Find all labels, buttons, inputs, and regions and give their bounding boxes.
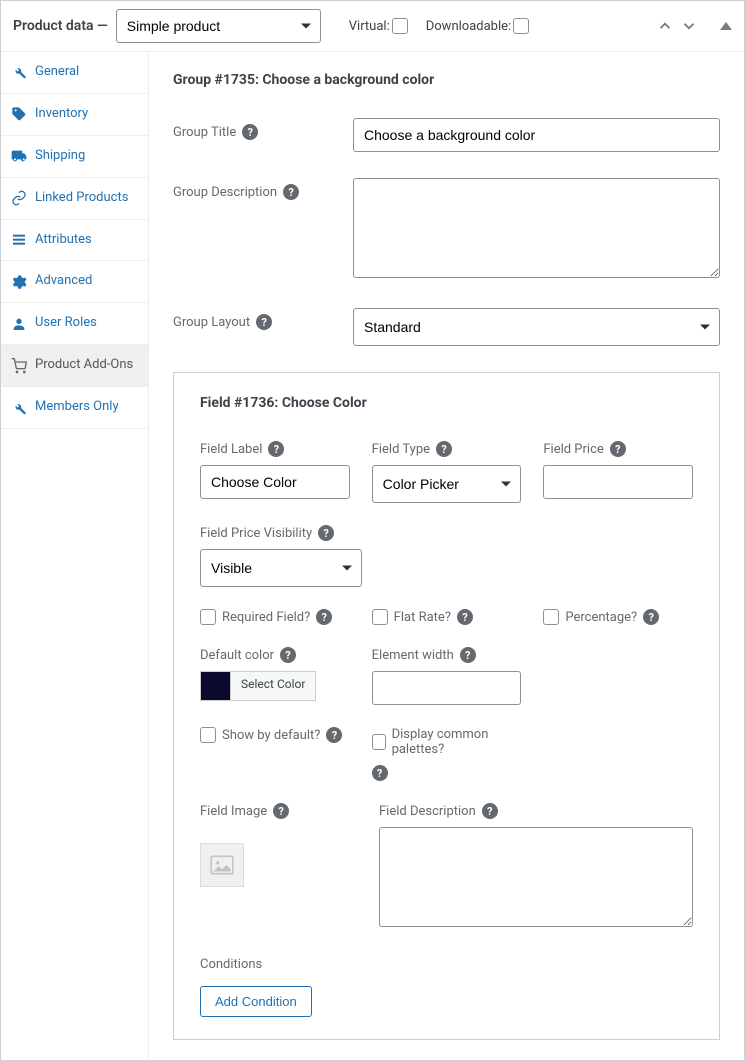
downloadable-checkbox[interactable] [513,18,529,34]
virtual-label: Virtual: [349,18,408,34]
virtual-checkbox[interactable] [392,18,408,34]
show-default-checkbox[interactable] [200,727,216,743]
element-width-label: Element width ? [372,647,522,663]
group-title-label: Group Title ? [173,118,353,140]
help-icon[interactable]: ? [326,727,342,743]
percentage-label: Percentage? [565,610,637,625]
truck-icon [11,148,27,164]
help-icon[interactable]: ? [457,609,473,625]
help-icon[interactable]: ? [268,441,284,457]
sidebar-item-advanced[interactable]: Advanced [1,261,148,303]
field-label-label: Field Label ? [200,441,350,457]
list-icon [11,232,27,248]
wrench-icon [11,400,27,416]
sidebar-item-members[interactable]: Members Only [1,387,148,429]
add-condition-button[interactable]: Add Condition [200,986,312,1017]
field-box: Field #1736: Choose Color Field Label ? … [173,372,720,1040]
link-icon [11,190,27,206]
sidebar: General Inventory Shipping Linked Produc… [1,52,149,1060]
default-color-label: Default color ? [200,647,350,663]
panel-title: Product data — [13,18,108,34]
product-type-select[interactable]: Simple product [116,9,321,43]
sidebar-item-attributes[interactable]: Attributes [1,220,148,262]
sidebar-item-shipping[interactable]: Shipping [1,136,148,178]
move-up-icon[interactable] [656,17,674,35]
help-icon[interactable]: ? [643,609,659,625]
gear-icon [11,274,27,290]
percentage-checkbox[interactable] [543,609,559,625]
help-icon[interactable]: ? [273,803,289,819]
flat-rate-checkbox[interactable] [372,609,388,625]
sidebar-item-linked[interactable]: Linked Products [1,178,148,220]
field-desc-input[interactable] [379,827,693,927]
help-icon[interactable]: ? [372,765,388,781]
downloadable-label: Downloadable: [426,18,529,34]
sidebar-item-addons[interactable]: Product Add-Ons [1,345,148,387]
sidebar-item-inventory[interactable]: Inventory [1,94,148,136]
field-image-label: Field Image ? [200,803,357,819]
wrench-icon [11,64,27,80]
field-type-select[interactable]: Color Picker [372,465,522,503]
help-icon[interactable]: ? [610,441,626,457]
help-icon[interactable]: ? [283,184,299,200]
image-placeholder[interactable] [200,843,244,887]
price-visibility-label: Field Price Visibility ? [200,525,693,541]
help-icon[interactable]: ? [242,124,258,140]
user-icon [11,316,27,332]
display-palettes-label: Display common palettes? [392,727,522,757]
field-desc-label: Field Description ? [379,803,693,819]
required-checkbox[interactable] [200,609,216,625]
tag-icon [11,106,27,122]
field-price-label: Field Price ? [543,441,693,457]
group-layout-label: Group Layout ? [173,308,353,330]
color-swatch[interactable] [201,672,231,700]
group-desc-label: Group Description ? [173,178,353,200]
price-visibility-select[interactable]: Visible [200,549,362,587]
show-default-label: Show by default? [222,728,320,743]
help-icon[interactable]: ? [482,803,498,819]
select-color-button[interactable]: Select Color [231,672,315,700]
group-layout-select[interactable]: Standard [353,308,720,346]
help-icon[interactable]: ? [436,441,452,457]
field-label-input[interactable] [200,465,350,499]
field-heading: Field #1736: Choose Color [200,395,693,411]
help-icon[interactable]: ? [316,609,332,625]
collapse-icon[interactable] [720,22,732,30]
group-title-input[interactable] [353,118,720,152]
required-label: Required Field? [222,610,310,625]
field-price-input[interactable] [543,465,693,499]
conditions-label: Conditions [200,957,693,972]
field-type-label: Field Type ? [372,441,522,457]
help-icon[interactable]: ? [318,525,334,541]
help-icon[interactable]: ? [460,647,476,663]
move-down-icon[interactable] [680,17,698,35]
sidebar-item-user-roles[interactable]: User Roles [1,303,148,345]
display-palettes-checkbox[interactable] [372,734,386,750]
help-icon[interactable]: ? [256,314,272,330]
help-icon[interactable]: ? [280,647,296,663]
main-content: Group #1735: Choose a background color G… [149,52,744,1060]
group-heading: Group #1735: Choose a background color [173,72,720,88]
cart-icon [11,358,27,374]
flat-rate-label: Flat Rate? [394,610,451,625]
sidebar-item-general[interactable]: General [1,52,148,94]
element-width-input[interactable] [372,671,522,705]
group-desc-input[interactable] [353,178,720,278]
panel-header: Product data — Simple product Virtual: D… [1,1,744,52]
